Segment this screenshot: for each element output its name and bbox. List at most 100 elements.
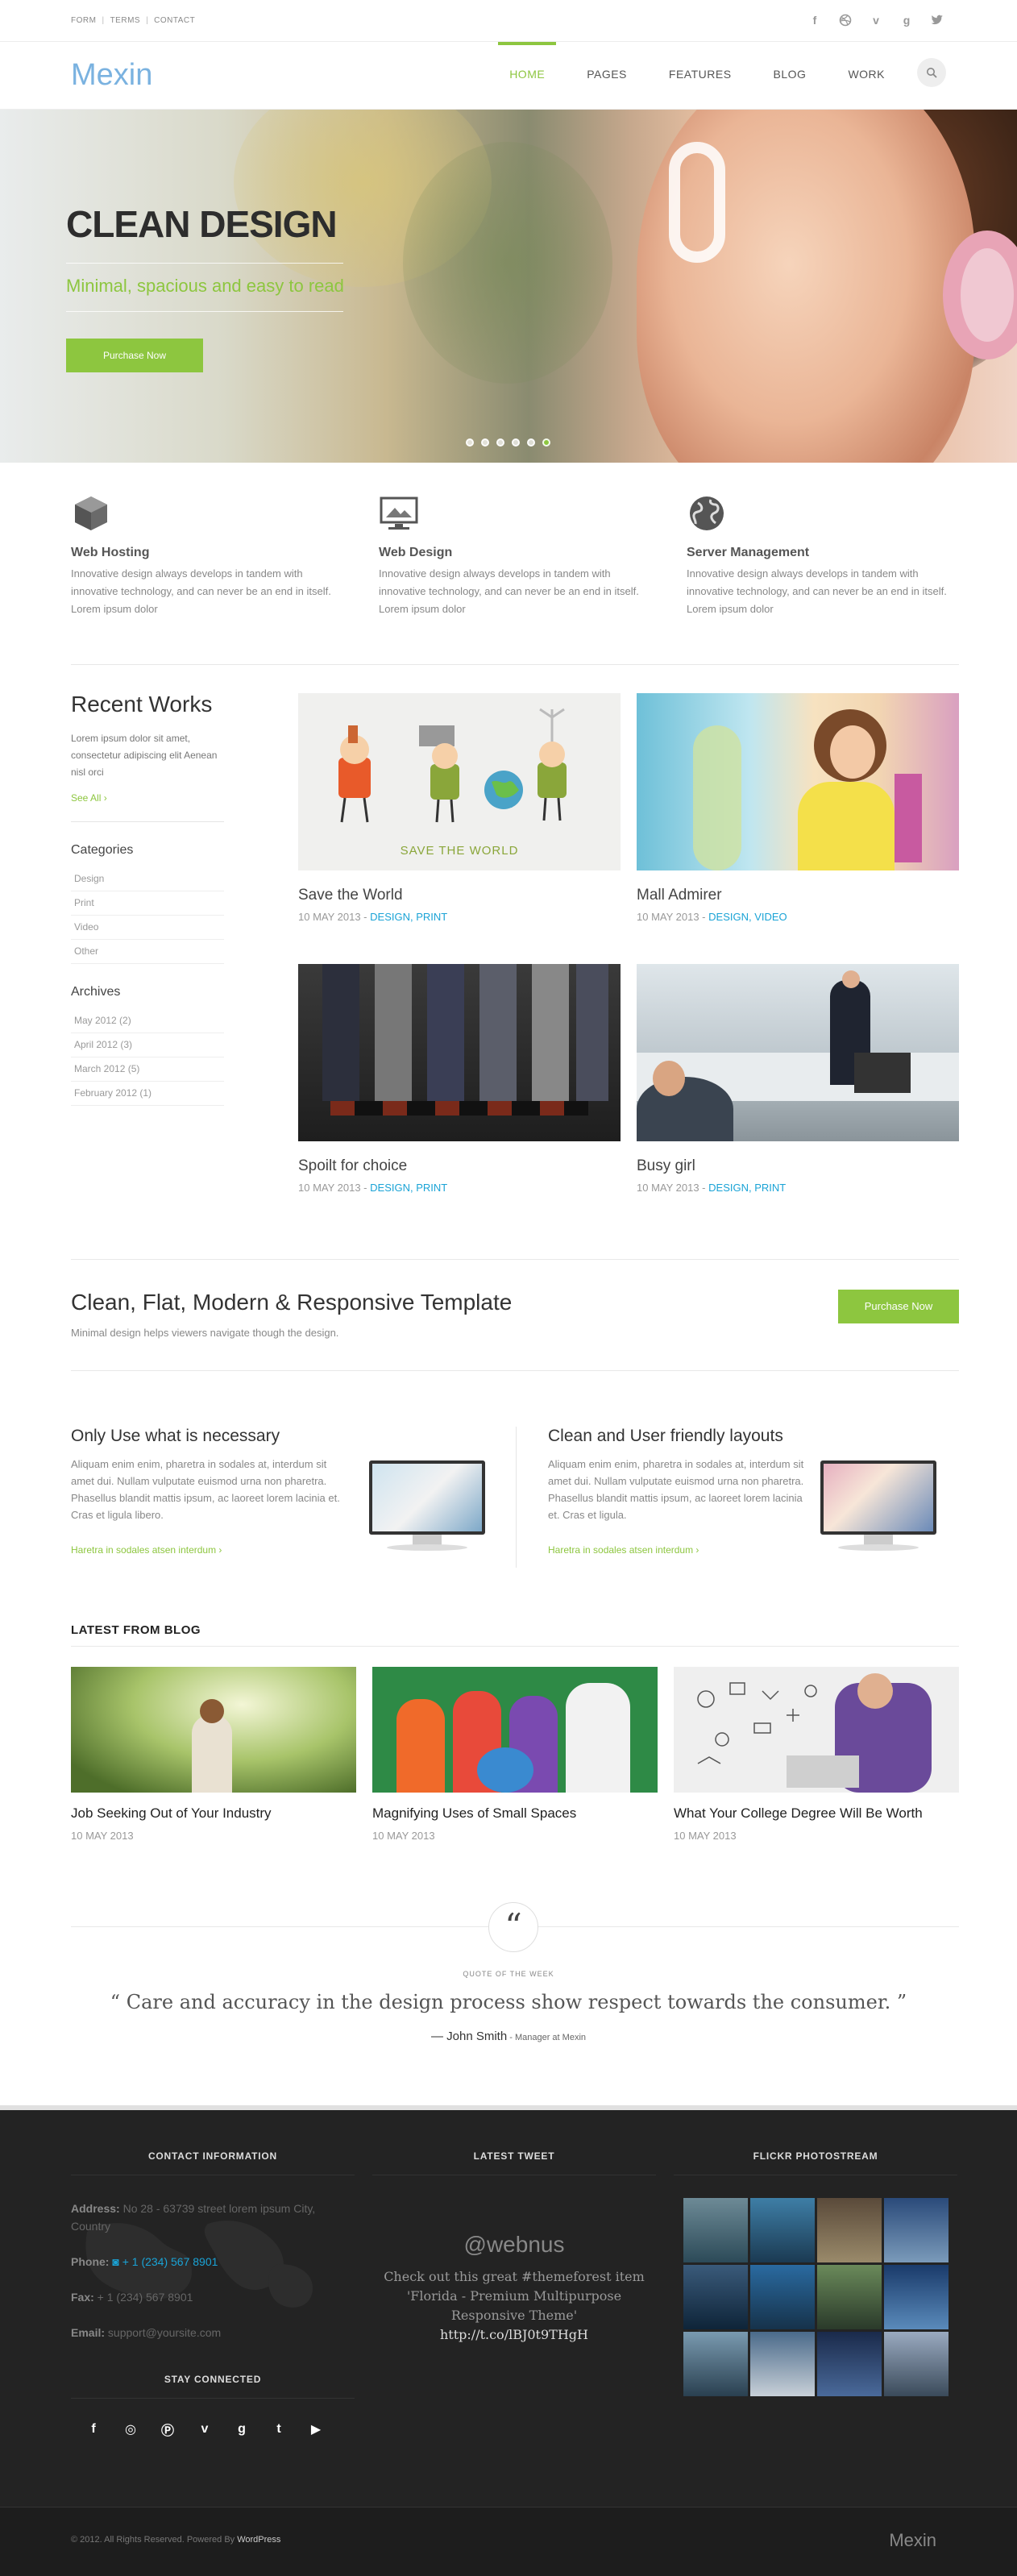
work-image-spoilt-for-choice[interactable] (298, 964, 621, 1141)
top-link-contact[interactable]: CONTACT (154, 16, 195, 25)
archive-item[interactable]: February 2012 (1) (71, 1082, 224, 1106)
nav-pages[interactable]: PAGES (566, 42, 648, 110)
blog-post[interactable]: Job Seeking Out of Your Industry 10 MAY … (71, 1667, 356, 1842)
flickr-title: FLICKR PHOTOSTREAM (674, 2150, 957, 2175)
work-item-mall-admirer[interactable]: Mall Admirer 10 MAY 2013 - DESIGN, VIDEO (637, 693, 959, 923)
archives-list: May 2012 (2) April 2012 (3) March 2012 (… (71, 1009, 224, 1106)
quote-text: “ Care and accuracy in the design proces… (110, 1991, 907, 2013)
nav-blog[interactable]: BLOG (753, 42, 828, 110)
archive-item[interactable]: April 2012 (3) (71, 1033, 224, 1057)
blog-post[interactable]: What Your College Degree Will Be Worth 1… (674, 1667, 959, 1842)
cta-purchase-button[interactable]: Purchase Now (838, 1290, 959, 1323)
youtube-icon[interactable]: ▶ (305, 2418, 327, 2441)
work-image-mall-admirer[interactable] (637, 693, 959, 870)
flickr-photo[interactable] (683, 2332, 748, 2396)
work-item-save-the-world[interactable]: SAVE THE WORLD Save the World 10 MAY 201… (298, 693, 621, 923)
vimeo-icon[interactable]: v (867, 11, 885, 29)
main-nav: HOME PAGES FEATURES BLOG WORK (488, 42, 946, 110)
category-item[interactable]: Design (71, 867, 224, 891)
flickr-photo[interactable] (683, 2198, 748, 2262)
monitor-image (363, 1460, 492, 1565)
flickr-photo[interactable] (750, 2332, 815, 2396)
header: Mexin HOME PAGES FEATURES BLOG WORK (0, 42, 1017, 110)
slider-dot[interactable] (527, 438, 535, 447)
work-item-spoilt-for-choice[interactable]: Spoilt for choice 10 MAY 2013 - DESIGN, … (298, 964, 621, 1194)
blog-post-title[interactable]: Job Seeking Out of Your Industry (71, 1805, 356, 1822)
work-tags[interactable]: DESIGN, PRINT (370, 911, 447, 923)
work-title[interactable]: Spoilt for choice (298, 1157, 621, 1175)
work-tags[interactable]: DESIGN, PRINT (370, 1182, 447, 1194)
vimeo-icon[interactable]: v (193, 2418, 216, 2441)
blog-post-title[interactable]: Magnifying Uses of Small Spaces (372, 1805, 658, 1822)
slider-dot[interactable] (466, 438, 474, 447)
top-link-form[interactable]: FORM (71, 16, 96, 25)
blog-post-title[interactable]: What Your College Degree Will Be Worth (674, 1805, 959, 1822)
blog-image[interactable] (674, 1667, 959, 1793)
category-item[interactable]: Video (71, 916, 224, 940)
blog-title: LATEST FROM BLOG (71, 1623, 201, 1637)
hero-slider: CLEAN DESIGN Minimal, spacious and easy … (0, 110, 1017, 463)
category-item[interactable]: Print (71, 891, 224, 916)
see-all-link[interactable]: See All › (71, 792, 224, 804)
footer-tweet: LATEST TWEET @webnus Check out this grea… (372, 2150, 656, 2345)
site-logo[interactable]: Mexin (71, 58, 152, 93)
blog-post[interactable]: Magnifying Uses of Small Spaces 10 MAY 2… (372, 1667, 658, 1842)
nav-features[interactable]: FEATURES (648, 42, 753, 110)
blog-image[interactable] (71, 1667, 356, 1793)
work-meta: 10 MAY 2013 - DESIGN, VIDEO (637, 911, 787, 923)
service-title: Web Hosting (71, 546, 150, 559)
slider-dot[interactable] (496, 438, 504, 447)
archive-item[interactable]: May 2012 (2) (71, 1009, 224, 1033)
work-title[interactable]: Save the World (298, 887, 621, 904)
slider-dot-active[interactable] (542, 438, 550, 447)
hero-purchase-button[interactable]: Purchase Now (66, 339, 203, 372)
work-title[interactable]: Mall Admirer (637, 887, 959, 904)
search-button[interactable] (917, 58, 946, 87)
work-item-busy-girl[interactable]: Busy girl 10 MAY 2013 - DESIGN, PRINT (637, 964, 959, 1194)
top-link-terms[interactable]: TERMS (110, 16, 141, 25)
flickr-photo[interactable] (817, 2198, 882, 2262)
google-plus-icon[interactable]: g (898, 11, 915, 29)
hero-title: CLEAN DESIGN (66, 203, 338, 245)
archives-title: Archives (71, 985, 121, 999)
blog-image[interactable] (372, 1667, 658, 1793)
bottom-bar: © 2012. All Rights Reserved. Powered By … (0, 2507, 1017, 2576)
headphones (669, 142, 725, 263)
slider-dot[interactable] (481, 438, 489, 447)
nav-work[interactable]: WORK (827, 42, 906, 110)
service-web-design: Web Design Innovative design always deve… (379, 493, 645, 618)
flickr-photo[interactable] (817, 2332, 882, 2396)
work-tags[interactable]: DESIGN, PRINT (708, 1182, 786, 1194)
facebook-icon[interactable]: f (82, 2418, 105, 2441)
dribbble-icon[interactable]: ◎ (119, 2418, 142, 2441)
google-plus-icon[interactable]: g (230, 2418, 253, 2441)
flickr-photo[interactable] (817, 2265, 882, 2329)
work-tags[interactable]: DESIGN, VIDEO (708, 911, 787, 923)
flickr-photo[interactable] (884, 2265, 949, 2329)
twitter-icon[interactable]: t (268, 2418, 290, 2441)
flickr-photo[interactable] (683, 2265, 748, 2329)
work-image-busy-girl[interactable] (637, 964, 959, 1141)
flickr-photo[interactable] (750, 2265, 815, 2329)
cta-text: Minimal design helps viewers navigate th… (71, 1327, 339, 1339)
footer-contact-title: CONTACT INFORMATION (71, 2150, 355, 2175)
recent-works-title: Recent Works (71, 692, 213, 717)
footer-email: Email: support@yoursite.com (71, 2326, 222, 2339)
twitter-icon[interactable] (928, 11, 946, 29)
work-title[interactable]: Busy girl (637, 1157, 959, 1175)
dribbble-icon[interactable] (836, 11, 854, 29)
flickr-photo[interactable] (884, 2198, 949, 2262)
category-item[interactable]: Other (71, 940, 224, 964)
nav-home[interactable]: HOME (488, 42, 566, 110)
footer-logo[interactable]: Mexin (889, 2530, 936, 2551)
facebook-icon[interactable]: f (806, 11, 824, 29)
flickr-photo[interactable] (750, 2198, 815, 2262)
service-server-management: Server Management Innovative design alwa… (687, 493, 953, 618)
flickr-photo[interactable] (884, 2332, 949, 2396)
slider-dot[interactable] (512, 438, 520, 447)
archive-item[interactable]: March 2012 (5) (71, 1057, 224, 1082)
tweet-handle[interactable]: @webnus (372, 2232, 656, 2258)
recent-works-sidebar: Recent Works Lorem ipsum dolor sit amet,… (71, 692, 224, 1106)
work-image-save-the-world[interactable]: SAVE THE WORLD (298, 693, 621, 870)
pinterest-icon[interactable]: Ⓟ (156, 2418, 179, 2441)
